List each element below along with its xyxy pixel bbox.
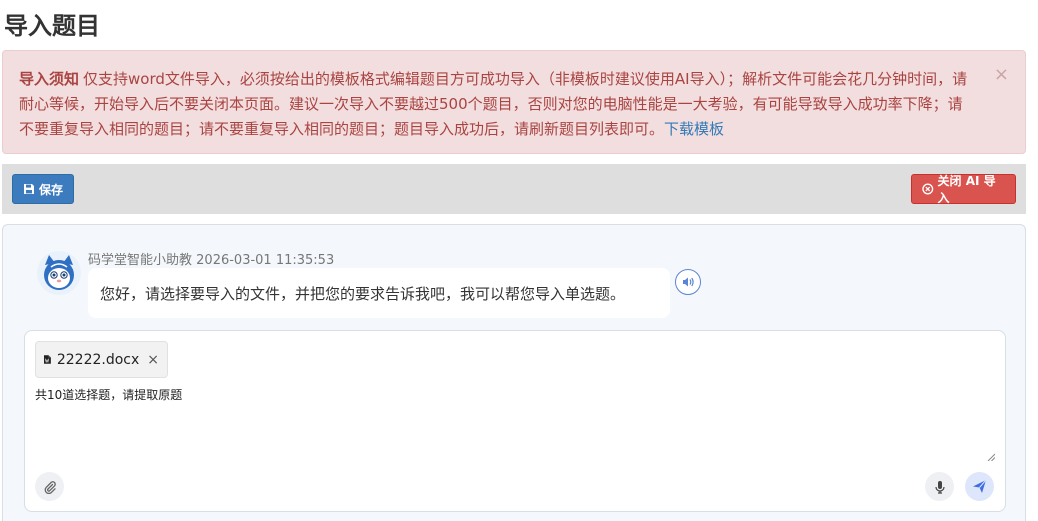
microphone-icon [934,480,945,494]
import-notice-alert: 导入须知 仅支持word文件导入，必须按给出的模板格式编辑题目方可成功导入（非模板… [2,50,1026,154]
close-ai-import-button[interactable]: 关闭 AI 导入 [911,174,1016,205]
voice-input-button[interactable] [925,472,954,501]
alert-close-icon[interactable]: × [994,65,1009,85]
alert-heading: 导入须知 [19,70,80,88]
speaker-icon[interactable] [675,269,701,295]
toolbar: 保存 关闭 AI 导入 [2,164,1026,214]
attach-file-button[interactable] [35,472,64,501]
assistant-avatar [37,251,81,295]
prompt-input[interactable]: 共10道选择题，请提取原题 [35,386,182,403]
page-title: 导入题目 [4,12,100,40]
save-button[interactable]: 保存 [12,174,74,204]
assistant-message-text: 您好，请选择要导入的文件，并把您的要求告诉我吧，我可以帮您导入单选题。 [100,284,626,303]
message-sender: 码学堂智能小助教 [88,253,193,268]
attached-file-name: 22222.docx [56,351,140,368]
alert-body: 仅支持word文件导入，必须按给出的模板格式编辑题目方可成功导入（非模板时建议使… [19,70,968,138]
save-button-label: 保存 [39,182,64,197]
message-timestamp: 2026-03-01 11:35:53 [196,253,335,268]
close-ai-import-label: 关闭 AI 导入 [937,174,996,205]
send-button[interactable] [965,472,994,501]
close-circle-icon [922,183,934,195]
word-file-icon [44,355,51,364]
assistant-message-bubble: 您好，请选择要导入的文件，并把您的要求告诉我吧，我可以帮您导入单选题。 [88,268,670,318]
chat-panel: 码学堂智能小助教 2026-03-01 11:35:53 您好，请选择要导入的文… [2,224,1026,521]
attached-file-chip: 22222.docx × [35,341,168,378]
send-icon [973,479,987,493]
save-icon [24,184,34,194]
chat-composer[interactable]: 22222.docx × 共10道选择题，请提取原题 [24,330,1006,512]
resize-grip-icon[interactable] [987,453,995,461]
message-meta: 码学堂智能小助教 2026-03-01 11:35:53 [88,249,334,268]
paperclip-icon [44,480,56,494]
remove-attachment-icon[interactable]: × [147,352,159,368]
download-template-link[interactable]: 下载模板 [664,120,724,138]
